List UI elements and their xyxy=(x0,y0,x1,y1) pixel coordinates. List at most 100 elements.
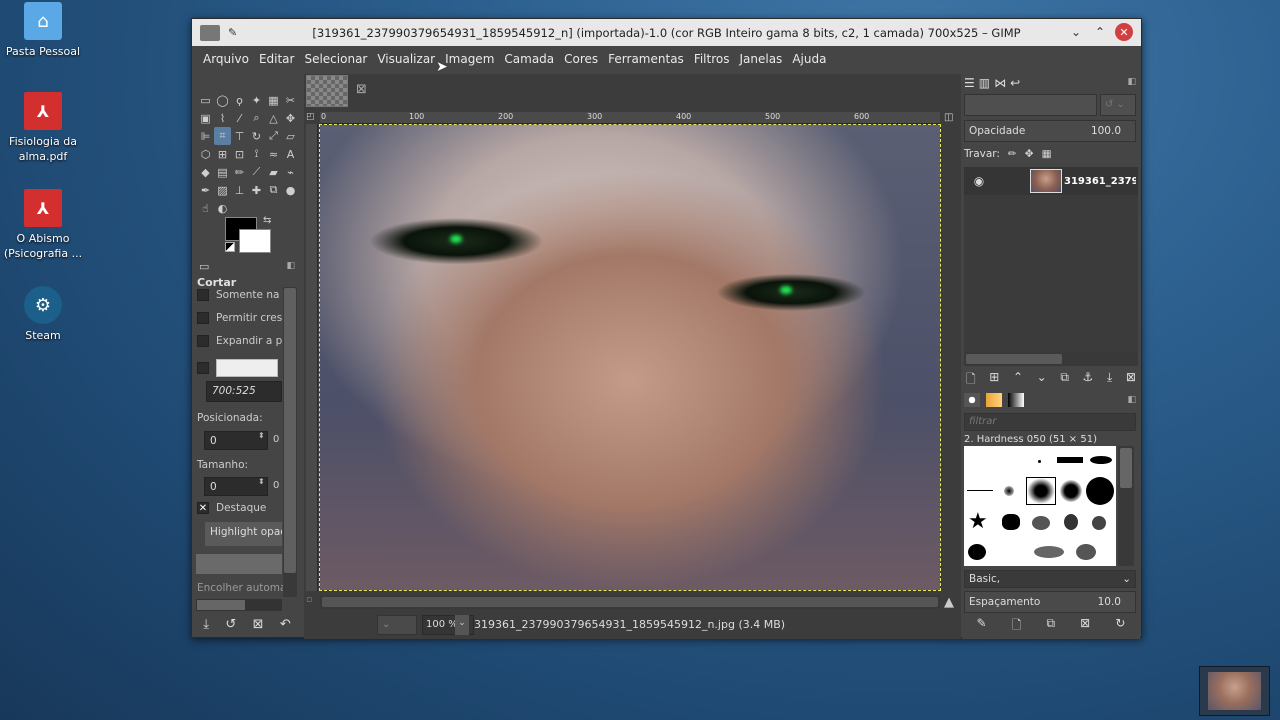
text-icon[interactable]: A xyxy=(282,145,299,163)
brush-item[interactable] xyxy=(1038,460,1041,463)
lock-pixels-icon[interactable]: ✏ xyxy=(1008,148,1017,160)
menu-camada[interactable]: Camada xyxy=(499,52,559,66)
zoom-icon[interactable]: ⌕ xyxy=(248,109,265,127)
new-layer-icon[interactable]: 🗋 xyxy=(966,370,976,388)
brush-item[interactable] xyxy=(1090,456,1112,464)
gimp-app-icon[interactable] xyxy=(200,24,220,41)
align-icon[interactable]: ⊫ xyxy=(197,127,214,145)
brush-item[interactable] xyxy=(1004,486,1014,496)
brush-item[interactable] xyxy=(1092,516,1106,530)
horizontal-ruler[interactable]: 0 100 200 300 400 500 600 xyxy=(320,112,940,124)
allow-growing-option[interactable]: Permitir crescimento xyxy=(197,312,282,324)
perspective-icon[interactable]: ⬡ xyxy=(197,145,214,163)
delete-options-icon[interactable]: ⊠ xyxy=(253,617,264,632)
eraser-icon[interactable]: ▰ xyxy=(265,163,282,181)
pencil-icon[interactable]: ✏ xyxy=(231,163,248,181)
warp-icon[interactable]: ≈ xyxy=(265,145,282,163)
rotate-icon[interactable]: ↻ xyxy=(248,127,265,145)
brush-item[interactable] xyxy=(1060,480,1082,502)
menu-selecionar[interactable]: Selecionar xyxy=(299,52,372,66)
layer-row[interactable]: ◉ 319361_237990379654931 xyxy=(964,167,1138,195)
menu-ajuda[interactable]: Ajuda xyxy=(787,52,831,66)
brush-item[interactable] xyxy=(1032,516,1050,530)
rect-select-icon[interactable]: ▭ xyxy=(197,91,214,109)
close-image-icon[interactable]: ⊠ xyxy=(356,82,367,97)
duplicate-brush-icon[interactable]: ⧉ xyxy=(1046,616,1055,636)
close-icon[interactable]: ✕ xyxy=(1115,23,1133,41)
canvas-hscroll[interactable] xyxy=(320,595,940,609)
image-tab-thumbnail[interactable] xyxy=(306,75,348,107)
default-colors-icon[interactable] xyxy=(225,242,235,252)
brush-scroll[interactable] xyxy=(1118,446,1134,566)
save-options-icon[interactable]: ⤓ xyxy=(203,617,209,632)
bucket-fill-icon[interactable]: ◆ xyxy=(197,163,214,181)
image-canvas[interactable] xyxy=(319,124,941,591)
ink-icon[interactable]: ✒ xyxy=(197,181,214,199)
desktop-icon-home[interactable]: ⌂ Pasta Pessoal xyxy=(2,2,84,59)
dodge-burn-icon[interactable]: ◐ xyxy=(214,199,231,217)
expand-center-option[interactable]: Expandir a partir do centro xyxy=(197,335,282,347)
brush-filter-input[interactable]: filtrar xyxy=(964,413,1136,431)
composite-mode-select[interactable]: ↺ ⌄ xyxy=(1100,94,1136,116)
brush-item[interactable] xyxy=(1057,457,1083,463)
checked-checkbox-icon[interactable]: ✕ xyxy=(197,502,209,514)
taskbar-gimp-thumbnail[interactable] xyxy=(1199,666,1270,716)
scale-icon[interactable]: ⤢ xyxy=(265,127,282,145)
checkbox[interactable] xyxy=(197,335,209,347)
visibility-eye-icon[interactable]: ◉ xyxy=(966,174,992,188)
free-select-icon[interactable]: ϙ xyxy=(231,91,248,109)
brushes-tab-icon[interactable] xyxy=(964,393,980,407)
brush-item-selected[interactable] xyxy=(1026,477,1056,505)
brush-item[interactable] xyxy=(1086,477,1114,505)
brush-item[interactable] xyxy=(1076,544,1096,560)
color-picker-icon[interactable]: ⁄ xyxy=(231,109,248,127)
paintbrush-icon[interactable]: ⟋ xyxy=(248,163,265,181)
transform-3d-icon[interactable]: ⊞ xyxy=(214,145,231,163)
patterns-tab-icon[interactable] xyxy=(986,393,1002,407)
size-y-field[interactable]: 0 xyxy=(273,480,279,491)
checkbox[interactable] xyxy=(197,289,209,301)
fixed-ratio-field[interactable]: 700:525 xyxy=(206,381,282,402)
menu-filtros[interactable]: Filtros xyxy=(689,52,735,66)
desktop-icon-abismo[interactable]: ⅄ O Abismo (Psicografia ... xyxy=(2,189,84,261)
brush-item[interactable] xyxy=(1002,514,1020,530)
menu-ferramentas[interactable]: Ferramentas xyxy=(603,52,689,66)
blend-mode-select[interactable] xyxy=(964,94,1097,116)
menu-arquivo[interactable]: Arquivo xyxy=(198,52,254,66)
raise-layer-icon[interactable]: ⌃ xyxy=(1013,370,1023,388)
maximize-icon[interactable]: ⌃ xyxy=(1091,23,1109,41)
edit-brush-icon[interactable]: ✎ xyxy=(977,616,987,636)
navigate-icon[interactable]: ▲ xyxy=(944,595,954,610)
perspective-clone-icon[interactable]: ⧉ xyxy=(265,181,282,199)
opacity-field[interactable]: Opacidade 100.0 xyxy=(964,120,1136,142)
delete-brush-icon[interactable]: ⊠ xyxy=(1080,616,1090,636)
fuzzy-select-icon[interactable]: ✦ xyxy=(248,91,265,109)
brush-item[interactable] xyxy=(967,490,993,491)
restore-options-icon[interactable]: ↺ xyxy=(225,617,236,632)
paths-icon[interactable]: ⌇ xyxy=(214,109,231,127)
checkbox[interactable] xyxy=(197,312,209,324)
clone-icon[interactable]: ⊥ xyxy=(231,181,248,199)
layers-hscroll[interactable] xyxy=(964,352,1138,366)
auto-shrink-button[interactable]: Encolher automaticamente xyxy=(197,582,283,594)
panel-menu-icon[interactable]: ◧ xyxy=(286,261,295,271)
mypaint-icon[interactable]: ▨ xyxy=(214,181,231,199)
move-icon[interactable]: ✥ xyxy=(282,109,299,127)
brush-grid[interactable]: ★ xyxy=(964,446,1116,566)
delete-layer-icon[interactable]: ⊠ xyxy=(1126,370,1136,388)
handle-transform-icon[interactable]: ⊡ xyxy=(231,145,248,163)
ellipse-select-icon[interactable]: ◯ xyxy=(214,91,231,109)
fixed-option[interactable] xyxy=(197,359,282,377)
gradient-icon[interactable]: ▤ xyxy=(214,163,231,181)
layers-tab-icon[interactable]: ☰ xyxy=(964,76,975,90)
paths-tab-icon[interactable]: ⋈ xyxy=(994,76,1006,90)
brush-item[interactable] xyxy=(968,544,986,560)
pin-icon[interactable]: ✎ xyxy=(228,26,237,39)
tool-options-hscroll[interactable] xyxy=(196,599,282,611)
new-brush-icon[interactable]: 🗋 xyxy=(1012,616,1022,636)
desktop-icon-steam[interactable]: ⚙ Steam xyxy=(2,286,84,343)
new-layer-group-icon[interactable]: ⊞ xyxy=(989,370,999,388)
shear-icon[interactable]: ▱ xyxy=(282,127,299,145)
menu-janelas[interactable]: Janelas xyxy=(734,52,787,66)
fixed-mode-select[interactable] xyxy=(216,359,278,377)
